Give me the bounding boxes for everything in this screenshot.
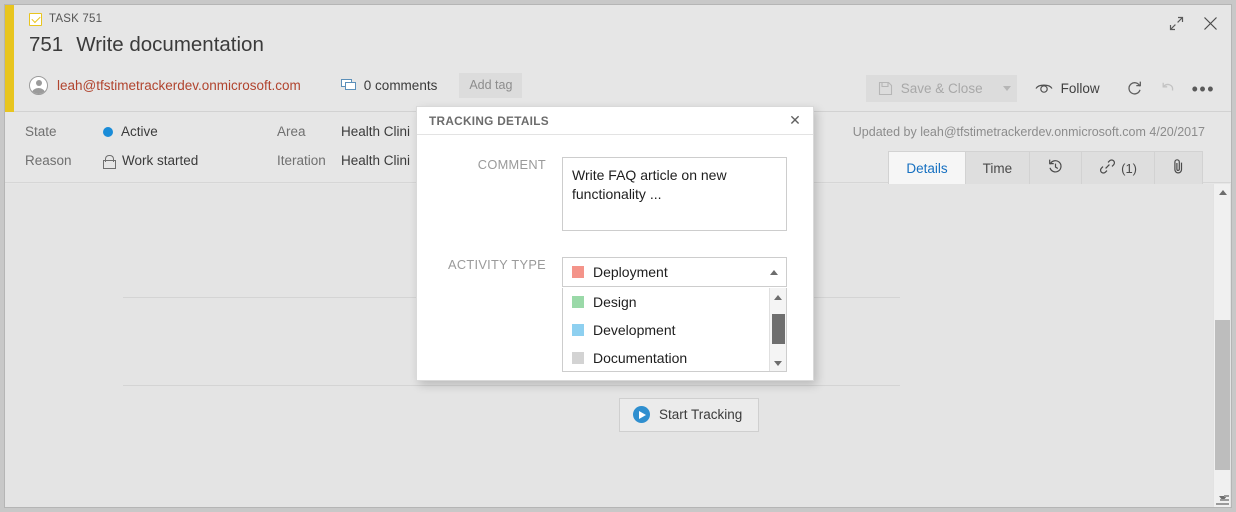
- dialog-activity-label: ACTIVITY TYPE: [447, 257, 546, 272]
- tracking-details-dialog: TRACKING DETAILS ✕ COMMENT ACTIVITY TYPE…: [416, 106, 814, 381]
- tab-history[interactable]: [1030, 152, 1083, 184]
- activity-option-design[interactable]: Design: [563, 288, 786, 316]
- paperclip-icon: [1172, 158, 1185, 178]
- tab-links-count: (1): [1121, 160, 1137, 176]
- comments-count-label: 0 comments: [363, 78, 438, 93]
- follow-label: Follow: [1060, 81, 1100, 96]
- follow-button[interactable]: Follow: [1035, 81, 1100, 96]
- scroll-up-arrow-icon[interactable]: [1214, 184, 1231, 201]
- content-divider-bottom: [123, 385, 900, 386]
- task-clipboard-icon: [29, 12, 42, 26]
- tab-details-label: Details: [906, 160, 948, 176]
- field-state-value-wrap[interactable]: Active: [103, 124, 158, 139]
- refresh-icon[interactable]: [1124, 78, 1146, 100]
- field-reason-value-wrap: Work started: [103, 153, 199, 169]
- add-tag-button[interactable]: Add tag: [459, 73, 523, 98]
- tab-attachments[interactable]: [1155, 152, 1202, 184]
- field-state: State Active: [25, 124, 158, 139]
- activity-color-swatch: [572, 296, 584, 308]
- field-iteration: Iteration Health Clini: [277, 153, 410, 168]
- work-item-type-accent-bar: [5, 5, 14, 112]
- tab-details[interactable]: Details: [889, 152, 966, 184]
- field-area: Area Health Clini: [277, 124, 410, 139]
- work-item-id: 751: [29, 33, 64, 56]
- activity-color-swatch: [572, 324, 584, 336]
- tab-time[interactable]: Time: [965, 152, 1031, 184]
- dialog-comment-label: COMMENT: [477, 157, 546, 172]
- activity-option-label: Documentation: [593, 350, 688, 366]
- scroll-up-arrow-icon[interactable]: [770, 289, 786, 305]
- assignee-link[interactable]: leah@tfstimetrackerdev.onmicrosoft.com: [57, 78, 301, 93]
- link-icon: [1099, 159, 1116, 177]
- content-scrollbar-thumb[interactable]: [1215, 320, 1230, 470]
- content-vertical-scrollbar[interactable]: [1213, 184, 1230, 507]
- work-item-meta-row: leah@tfstimetrackerdev.onmicrosoft.com 0…: [29, 73, 523, 98]
- screen-root: TASK 751 751 Write documentation leah@tf…: [0, 0, 1236, 512]
- field-iteration-label: Iteration: [277, 153, 326, 168]
- activity-type-select-wrap: Deployment Design Development Documentat…: [562, 257, 787, 372]
- field-iteration-value[interactable]: Health Clini: [341, 153, 410, 168]
- lock-icon: [103, 154, 116, 169]
- state-dot-icon: [103, 126, 113, 137]
- work-item-window: TASK 751 751 Write documentation leah@tf…: [4, 4, 1232, 508]
- dialog-activity-row: ACTIVITY TYPE Deployment Design Developm…: [427, 257, 787, 372]
- close-icon[interactable]: [1201, 14, 1219, 32]
- field-reason-label: Reason: [25, 153, 72, 168]
- option-list-scrollbar-thumb[interactable]: [772, 314, 785, 344]
- field-area-value[interactable]: Health Clini: [341, 124, 410, 139]
- history-clock-icon: [1047, 158, 1064, 178]
- expand-diagonal-icon[interactable]: [1167, 14, 1185, 32]
- save-and-close-label: Save & Close: [900, 81, 983, 96]
- work-item-header: TASK 751 751 Write documentation leah@tf…: [14, 5, 1231, 112]
- save-and-close-button[interactable]: Save & Close: [865, 75, 1017, 102]
- tab-time-label: Time: [982, 160, 1013, 176]
- chevron-down-icon[interactable]: [1002, 86, 1011, 91]
- tab-links[interactable]: (1): [1082, 152, 1155, 184]
- start-tracking-button[interactable]: Start Tracking: [619, 398, 760, 432]
- option-list-scrollbar[interactable]: [769, 288, 786, 371]
- field-area-label: Area: [277, 124, 306, 139]
- work-item-title[interactable]: Write documentation: [76, 33, 264, 57]
- play-circle-icon: [633, 406, 650, 423]
- activity-option-label: Development: [593, 322, 676, 338]
- window-controls: [1167, 14, 1219, 32]
- activity-option-label: Design: [593, 294, 637, 310]
- resize-grip-icon[interactable]: [1215, 491, 1229, 505]
- activity-color-swatch-selected: [572, 266, 584, 278]
- work-item-title-row: 751 Write documentation: [29, 33, 264, 57]
- updated-by-text: Updated by leah@tfstimetrackerdev.onmicr…: [852, 125, 1205, 139]
- activity-type-select[interactable]: Deployment: [562, 257, 787, 287]
- field-state-label: State: [25, 124, 57, 139]
- comment-bubble-icon: [340, 79, 357, 92]
- comment-input[interactable]: [562, 157, 787, 231]
- activity-color-swatch: [572, 352, 584, 364]
- detail-tabs: Details Time (1): [888, 151, 1203, 184]
- dialog-header: TRACKING DETAILS ✕: [417, 107, 813, 135]
- undo-icon: [1158, 78, 1180, 100]
- chevron-up-icon[interactable]: [770, 270, 778, 275]
- comments-link[interactable]: 0 comments: [340, 78, 438, 93]
- start-tracking-label: Start Tracking: [659, 407, 743, 422]
- header-action-bar: Save & Close Follow •••: [865, 75, 1221, 102]
- activity-option-development[interactable]: Development: [563, 316, 786, 344]
- avatar: [29, 76, 48, 95]
- dialog-comment-row: COMMENT: [427, 157, 787, 231]
- activity-option-documentation[interactable]: Documentation: [563, 344, 786, 371]
- work-item-type-label: TASK 751: [49, 13, 103, 25]
- field-reason-value: Work started: [122, 153, 199, 168]
- dialog-close-icon[interactable]: ✕: [787, 112, 803, 128]
- field-state-value: Active: [121, 124, 158, 139]
- activity-type-option-list: Design Development Documentation: [562, 288, 787, 372]
- dialog-title: TRACKING DETAILS: [429, 114, 549, 128]
- work-item-type-row: TASK 751: [29, 12, 102, 26]
- ellipsis-icon[interactable]: •••: [1192, 80, 1215, 98]
- scroll-down-arrow-icon[interactable]: [770, 355, 786, 371]
- field-reason: Reason Work started: [25, 153, 199, 169]
- activity-type-selected-label: Deployment: [593, 264, 668, 280]
